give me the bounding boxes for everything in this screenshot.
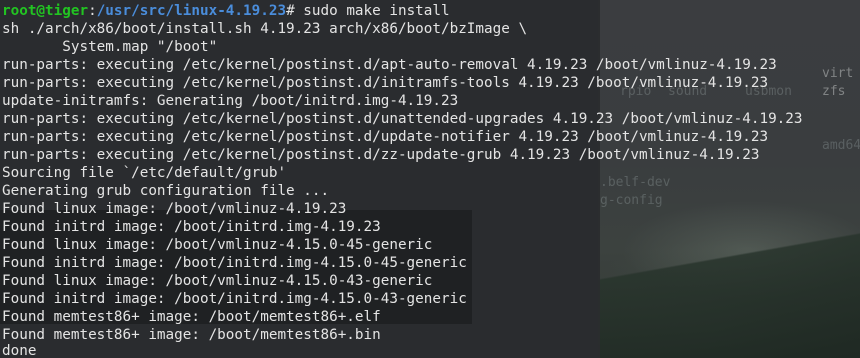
desktop: virt zfs rpio sound usbmon amd64 .belf-d… — [0, 0, 860, 358]
prompt-user-host: root@tiger — [2, 3, 89, 19]
output-line: Found linux image: /boot/vmlinuz-4.19.23 — [2, 201, 347, 217]
terminal-content[interactable]: root@tiger:/usr/src/linux-4.19.23# sudo … — [0, 0, 860, 358]
output-line: done — [2, 343, 37, 358]
output-line: run-parts: executing /etc/kernel/postins… — [2, 147, 760, 163]
output-line: Sourcing file `/etc/default/grub' — [2, 165, 287, 181]
output-line: Found initrd image: /boot/initrd.img-4.1… — [2, 255, 467, 271]
command-text: sudo make install — [294, 3, 450, 19]
prompt-line: root@tiger:/usr/src/linux-4.19.23# sudo … — [2, 2, 450, 20]
output-line: Found linux image: /boot/vmlinuz-4.15.0-… — [2, 237, 433, 253]
prompt-path: /usr/src/linux-4.19.23 — [96, 3, 287, 19]
output-line: sh ./arch/x86/boot/install.sh 4.19.23 ar… — [2, 21, 528, 37]
output-line: run-parts: executing /etc/kernel/postins… — [2, 57, 777, 73]
output-line: run-parts: executing /etc/kernel/postins… — [2, 129, 769, 145]
output-line: run-parts: executing /etc/kernel/postins… — [2, 111, 803, 127]
output-line: System.map "/boot" — [2, 39, 218, 55]
prompt-separator: : — [88, 3, 97, 19]
prompt-symbol: # — [286, 3, 295, 19]
output-line: Found initrd image: /boot/initrd.img-4.1… — [2, 291, 467, 307]
output-line: Found linux image: /boot/vmlinuz-4.15.0-… — [2, 273, 433, 289]
output-line: update-initramfs: Generating /boot/initr… — [2, 93, 459, 109]
output-line: run-parts: executing /etc/kernel/postins… — [2, 75, 769, 91]
output-line: Found initrd image: /boot/initrd.img-4.1… — [2, 219, 381, 235]
output-line: Found memtest86+ image: /boot/memtest86+… — [2, 327, 381, 343]
output-line: Generating grub configuration file ... — [2, 183, 330, 199]
output-line: Found memtest86+ image: /boot/memtest86+… — [2, 309, 381, 325]
